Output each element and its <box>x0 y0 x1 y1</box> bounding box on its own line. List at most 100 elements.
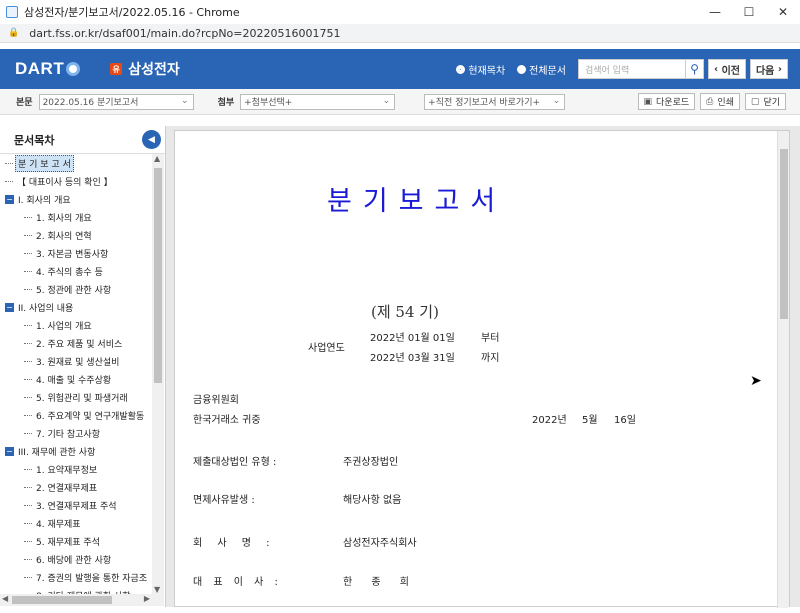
toc-heading: 문서목차 ◀ <box>0 126 165 154</box>
main-doc-select[interactable]: 2022.05.16 분기보고서 ⌄ <box>38 93 194 110</box>
chevron-down-icon: ⌄ <box>552 95 561 106</box>
dart-logo-icon <box>66 62 81 76</box>
collapse-folder-icon[interactable]: − <box>5 194 14 204</box>
toc-item[interactable]: 6. 주요계약 및 연구개발활동 <box>0 406 152 424</box>
toc-item-label[interactable]: 2. 주요 제품 및 서비스 <box>34 336 124 351</box>
close-window-icon[interactable]: ✕ <box>766 0 800 24</box>
maximize-icon[interactable]: ☐ <box>732 0 766 24</box>
toc-item[interactable]: 2. 회사의 연혁 <box>0 226 152 244</box>
toc-horizontal-scrollbar[interactable]: ◀ ▶ <box>0 594 164 606</box>
toc-item-label[interactable]: 2. 연결재무제표 <box>34 480 99 495</box>
toc-item[interactable]: 2. 연결재무제표 <box>0 478 152 496</box>
toc-item[interactable]: 1. 요약재무정보 <box>0 460 152 478</box>
toc-item-label[interactable]: 6. 주요계약 및 연구개발활동 <box>34 408 146 423</box>
toc-item[interactable]: 5. 재무제표 주석 <box>0 532 152 550</box>
collapse-folder-icon[interactable]: − <box>5 302 14 312</box>
close-button[interactable]: ▢ 닫기 <box>744 93 786 110</box>
toc-item[interactable]: − I. 회사의 개요 <box>0 190 152 208</box>
toc-item-label[interactable]: 5. 위험관리 및 파생거래 <box>34 390 130 405</box>
toc-item-label[interactable]: 3. 원재료 및 생산설비 <box>34 354 121 369</box>
attach-select[interactable]: +첨부선택+ ⌄ <box>240 93 396 110</box>
tree-connector <box>24 360 32 362</box>
monitor-icon: ▣ <box>643 96 653 107</box>
toc-item[interactable]: 1. 회사의 개요 <box>0 208 152 226</box>
document-viewer: 분기보고서 (제 54 기) 사업연도 2022년 01월 01일 부터 202… <box>166 126 800 608</box>
minimize-icon[interactable]: — <box>698 0 732 24</box>
toc-item-label[interactable]: 【 대표이사 등의 확인 】 <box>15 174 115 189</box>
toc-item[interactable]: 7. 증권의 발행을 통한 자금조 <box>0 568 152 586</box>
toc-hscroll-thumb[interactable] <box>12 596 112 604</box>
toc-item[interactable]: 【 대표이사 등의 확인 】 <box>0 172 152 190</box>
toc-item-label[interactable]: 7. 기타 참고사항 <box>34 426 102 441</box>
market-badge: 유 <box>110 63 123 75</box>
collapse-sidebar-icon[interactable]: ◀ <box>142 130 161 149</box>
toc-item-label[interactable]: 6. 배당에 관한 사항 <box>34 552 113 567</box>
print-button[interactable]: ⎙ 인쇄 <box>700 93 740 110</box>
document-scroll-thumb[interactable] <box>780 149 788 319</box>
close-label: 닫기 <box>763 98 780 108</box>
toc-item[interactable]: 5. 위험관리 및 파생거래 <box>0 388 152 406</box>
toc-item-label[interactable]: 7. 증권의 발행을 통한 자금조 <box>34 570 149 585</box>
toc-scroll-thumb[interactable] <box>154 168 162 383</box>
toc-item[interactable]: 1. 사업의 개요 <box>0 316 152 334</box>
tree-connector <box>24 414 32 416</box>
toc-item-label[interactable]: 3. 자본금 변동사항 <box>34 246 110 261</box>
toc-item[interactable]: 7. 기타 참고사항 <box>0 424 152 442</box>
toc-item-label[interactable]: 4. 매출 및 수주상황 <box>34 372 113 387</box>
attach-label: 첨부 <box>217 98 235 108</box>
scroll-right-icon[interactable]: ▶ <box>144 594 150 603</box>
toc-item-label[interactable]: 1. 회사의 개요 <box>34 210 94 225</box>
lock-icon[interactable]: 🔒 <box>8 28 19 38</box>
collapse-folder-icon[interactable]: − <box>5 446 14 456</box>
search-icon[interactable]: ⚲ <box>685 59 704 79</box>
toc-item-label[interactable]: 4. 주식의 총수 등 <box>34 264 105 279</box>
print-label: 인쇄 <box>717 98 734 108</box>
toc-item-label[interactable]: 5. 정관에 관한 사항 <box>34 282 113 297</box>
exemption-value: 해당사항 없음 <box>343 495 402 506</box>
toc-item[interactable]: − III. 재무에 관한 사항 <box>0 442 152 460</box>
toc-item[interactable]: 3. 자본금 변동사항 <box>0 244 152 262</box>
search-input[interactable]: 검색어 입력 <box>577 59 686 79</box>
submit-year: 2022년 <box>532 415 567 426</box>
toc-item[interactable]: 8. 기타 재무에 관한 사항 <box>0 586 152 595</box>
toc-item-label[interactable]: 5. 재무제표 주석 <box>34 534 102 549</box>
toc-item-label[interactable]: 3. 연결재무제표 주석 <box>34 498 119 513</box>
toc-item-label[interactable]: I. 회사의 개요 <box>16 192 73 207</box>
toc-item[interactable]: 4. 매출 및 수주상황 <box>0 370 152 388</box>
radio-current-toc[interactable]: 현재목차 <box>456 62 505 77</box>
radio-unselected-icon[interactable] <box>517 64 527 74</box>
toc-item-label[interactable]: III. 재무에 관한 사항 <box>16 444 97 459</box>
toc-sidebar: 문서목차 ◀ 분 기 보 고 서 【 대표이사 등의 확인 】 − I. 회사의 개요… <box>0 126 166 607</box>
toc-item[interactable]: 3. 원재료 및 생산설비 <box>0 352 152 370</box>
radio-selected-icon[interactable] <box>456 64 466 74</box>
toc-item-label[interactable]: 1. 요약재무정보 <box>34 462 99 477</box>
next-button[interactable]: 다음 › <box>749 59 788 79</box>
radio-all-docs[interactable]: 전체문서 <box>517 62 566 77</box>
url-text[interactable]: dart.fss.or.kr/dsaf001/main.do?rcpNo=202… <box>29 27 340 40</box>
toc-item-label[interactable]: 2. 회사의 연혁 <box>34 228 94 243</box>
scroll-left-icon[interactable]: ◀ <box>2 594 8 603</box>
toc-item-label[interactable]: 분 기 보 고 서 <box>15 154 74 172</box>
toc-item[interactable]: 6. 배당에 관한 사항 <box>0 550 152 568</box>
tree-connector <box>24 378 32 380</box>
toc-item-label[interactable]: 4. 재무제표 <box>34 516 83 531</box>
toc-item-label[interactable]: II. 사업의 내용 <box>16 300 75 315</box>
prev-button[interactable]: ‹ 이전 <box>707 59 746 79</box>
toc-item-label[interactable]: 1. 사업의 개요 <box>34 318 94 333</box>
scroll-down-icon[interactable]: ▼ <box>154 585 160 594</box>
toc-item[interactable]: 분 기 보 고 서 <box>0 154 152 172</box>
toc-item[interactable]: 4. 주식의 총수 등 <box>0 262 152 280</box>
toc-item[interactable]: 2. 주요 제품 및 서비스 <box>0 334 152 352</box>
download-button[interactable]: ▣ 다운로드 <box>637 93 696 110</box>
toc-item[interactable]: 4. 재무제표 <box>0 514 152 532</box>
toc-vertical-scrollbar[interactable]: ▲ ▼ <box>152 154 164 594</box>
document-scrollbar[interactable] <box>777 131 789 608</box>
recent-report-select[interactable]: +직전 정기보고서 바로가기+ ⌄ <box>424 93 566 110</box>
address-bar[interactable]: 🔒 dart.fss.or.kr/dsaf001/main.do?rcpNo=2… <box>0 24 800 43</box>
toc-item[interactable]: − II. 사업의 내용 <box>0 298 152 316</box>
dart-logo[interactable]: DART <box>15 59 81 79</box>
toolbar-actions: ▣ 다운로드 ⎙ 인쇄 ▢ 닫기 <box>633 93 786 110</box>
toc-item[interactable]: 5. 정관에 관한 사항 <box>0 280 152 298</box>
scroll-up-icon[interactable]: ▲ <box>154 154 160 163</box>
toc-item[interactable]: 3. 연결재무제표 주석 <box>0 496 152 514</box>
